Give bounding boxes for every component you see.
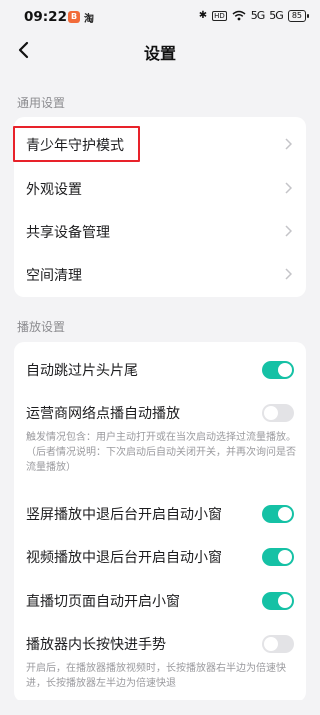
section-label-general: 通用设置 bbox=[17, 96, 66, 110]
status-indicators: ✱ HD 5G 5G 85 bbox=[198, 9, 310, 22]
toggle-knob bbox=[278, 594, 292, 608]
video-pip-toggle[interactable] bbox=[262, 548, 294, 566]
setting-description: 开启后，在播放器播放视频时，长按播放器右半边为倍速快进，长按播放器左半边为倍速快… bbox=[26, 663, 286, 689]
setting-item-carrier-autoplay: 运营商网络点播自动播放 触发情况包含：用户主动打开或在当次启动选择过流量播放。（… bbox=[14, 392, 306, 488]
setting-item-vertical-pip: 竖屏播放中退后台开启自动小窗 bbox=[14, 492, 306, 536]
live-pip-toggle[interactable] bbox=[262, 592, 294, 610]
nav-bar: 设置 bbox=[0, 34, 320, 68]
setting-item-shared-devices[interactable]: 共享设备管理 bbox=[14, 209, 306, 253]
page-title: 设置 bbox=[143, 44, 176, 63]
setting-label: 播放器内长按快进手势 bbox=[26, 637, 166, 653]
general-settings-card: 青少年守护模式 外观设置 共享设备管理 空间清理 bbox=[13, 117, 306, 297]
setting-item-long-press-speed: 播放器内长按快进手势 开启后，在播放器播放视频时，长按播放器右半边为倍速快进，长… bbox=[14, 624, 306, 702]
setting-label: 空间清理 bbox=[26, 268, 82, 284]
bottom-background bbox=[0, 700, 320, 715]
signal-icon: 5G bbox=[250, 9, 265, 22]
toggle-knob bbox=[264, 637, 278, 651]
chevron-right-icon bbox=[285, 225, 292, 237]
taobao-notification-icon: 淘 bbox=[84, 14, 94, 25]
chevron-right-icon bbox=[285, 268, 292, 280]
toggle-knob bbox=[278, 507, 292, 521]
setting-label: 外观设置 bbox=[26, 182, 82, 198]
setting-item-teen-mode[interactable]: 青少年守护模式 bbox=[13, 122, 306, 166]
skip-intro-toggle[interactable] bbox=[262, 361, 294, 379]
toggle-knob bbox=[278, 363, 292, 377]
setting-label: 共享设备管理 bbox=[26, 225, 110, 241]
setting-description: 触发情况包含：用户主动打开或在当次启动选择过流量播放。（后者情况说明：下次启动后… bbox=[26, 432, 296, 473]
playback-settings-card: 自动跳过片头片尾 运营商网络点播自动播放 触发情况包含：用户主动打开或在当次启动… bbox=[14, 342, 306, 702]
chevron-right-icon bbox=[285, 182, 292, 194]
setting-item-video-pip: 视频播放中退后台开启自动小窗 bbox=[14, 536, 306, 580]
setting-label: 青少年守护模式 bbox=[26, 138, 124, 154]
toggle-knob bbox=[264, 406, 278, 420]
setting-item-storage-cleanup[interactable]: 空间清理 bbox=[14, 252, 306, 296]
app-notification-icon: B bbox=[68, 11, 80, 23]
wifi-icon bbox=[232, 10, 246, 21]
status-time: 09:22 bbox=[24, 9, 67, 25]
section-label-playback: 播放设置 bbox=[17, 320, 66, 334]
hd-icon: HD bbox=[212, 10, 227, 21]
chevron-right-icon bbox=[285, 138, 292, 150]
setting-label: 直播切页面自动开启小窗 bbox=[26, 594, 180, 610]
setting-label: 竖屏播放中退后台开启自动小窗 bbox=[26, 507, 222, 523]
setting-item-live-pip: 直播切页面自动开启小窗 bbox=[14, 580, 306, 624]
status-bar: 09:22 B 淘 ✱ HD 5G 5G 85 bbox=[0, 0, 320, 34]
bluetooth-icon: ✱ bbox=[198, 10, 208, 21]
vertical-pip-toggle[interactable] bbox=[262, 505, 294, 523]
setting-label: 自动跳过片头片尾 bbox=[26, 363, 138, 379]
setting-item-appearance[interactable]: 外观设置 bbox=[14, 166, 306, 210]
long-press-speed-toggle[interactable] bbox=[262, 635, 294, 653]
signal-icon-2: 5G bbox=[269, 9, 283, 22]
toggle-knob bbox=[278, 550, 292, 564]
setting-item-skip-intro: 自动跳过片头片尾 bbox=[14, 346, 306, 392]
setting-label: 视频播放中退后台开启自动小窗 bbox=[26, 550, 222, 566]
battery-icon: 85 bbox=[287, 9, 310, 22]
setting-label: 运营商网络点播自动播放 bbox=[26, 406, 180, 422]
carrier-autoplay-toggle[interactable] bbox=[262, 404, 294, 422]
